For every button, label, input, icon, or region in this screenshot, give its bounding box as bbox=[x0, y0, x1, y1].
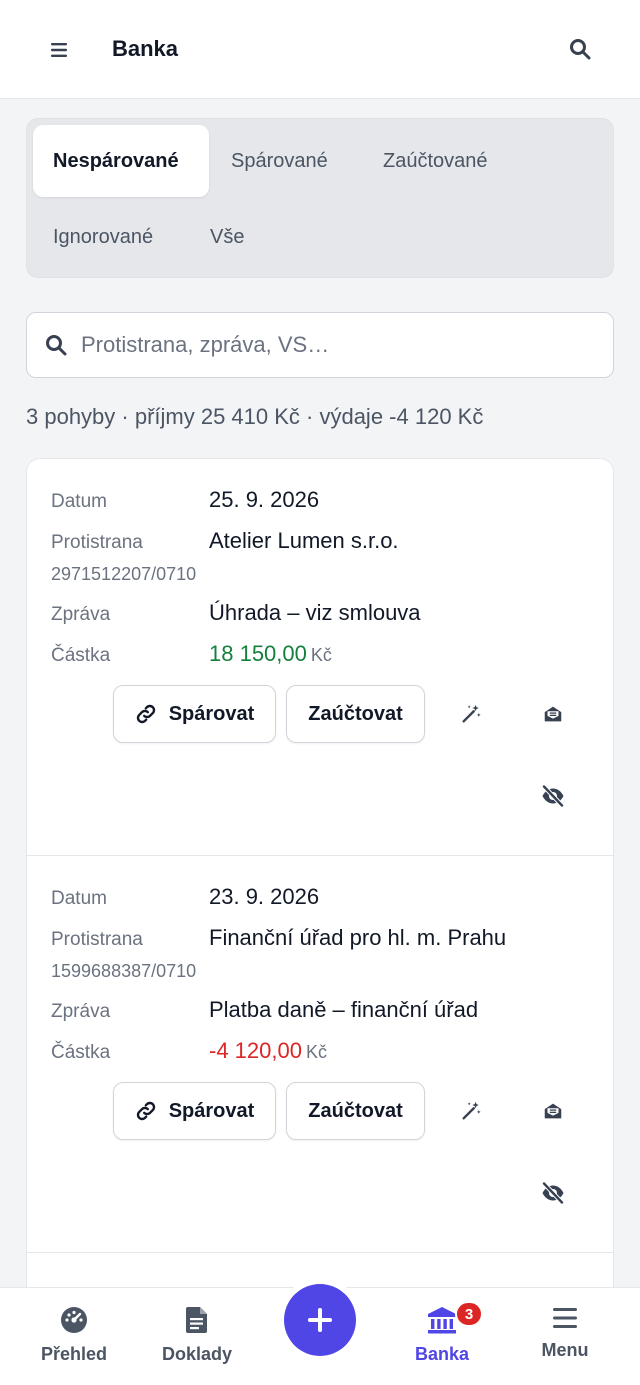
search-field[interactable] bbox=[26, 312, 614, 378]
message-label: Zpráva bbox=[51, 604, 111, 625]
magic-wand-icon bbox=[462, 704, 481, 723]
magic-wand-icon bbox=[462, 1101, 481, 1120]
open-document-button[interactable] bbox=[531, 692, 575, 736]
message-label: Zpráva bbox=[51, 1001, 111, 1022]
amount-currency: Kč bbox=[305, 1042, 327, 1062]
page-title: Banka bbox=[112, 36, 179, 61]
date-value: 25. 9. 2026 bbox=[209, 487, 320, 512]
nav-menu[interactable]: Menu bbox=[505, 1288, 625, 1385]
nav-label: Doklady bbox=[161, 1344, 233, 1364]
post-button[interactable]: Zaúčtovat bbox=[286, 685, 425, 743]
transaction-card: Datum 23. 9. 2026 Protistrana Finanční ú… bbox=[27, 856, 613, 1253]
tab-sparovane[interactable]: Spárované bbox=[211, 125, 348, 197]
transaction-card: Datum 25. 9. 2026 Protistrana Atelier Lu… bbox=[27, 459, 613, 856]
counterparty-label: Protistrana bbox=[51, 929, 143, 950]
post-label: Zaúčtovat bbox=[308, 702, 403, 725]
nav-label: Přehled bbox=[40, 1344, 108, 1364]
hamburger-icon bbox=[553, 1308, 577, 1328]
message-value: Platba daně – finanční úřad bbox=[209, 997, 479, 1022]
tab-vse[interactable]: Vše bbox=[190, 201, 264, 273]
notification-badge: 3 bbox=[455, 1301, 483, 1327]
ignore-button[interactable] bbox=[531, 1171, 575, 1215]
search-icon bbox=[570, 39, 591, 60]
ignore-button[interactable] bbox=[531, 774, 575, 818]
auto-match-button[interactable] bbox=[449, 692, 493, 736]
eye-slash-icon bbox=[541, 1182, 565, 1204]
amount-value: 18 150,00 Kč bbox=[209, 641, 332, 667]
match-button[interactable]: Spárovat bbox=[113, 1082, 276, 1140]
search-icon bbox=[46, 335, 67, 356]
tab-zauctovane[interactable]: Zaúčtované bbox=[363, 125, 508, 197]
message-value: Úhrada – viz smlouva bbox=[209, 600, 421, 625]
counterparty-label: Protistrana bbox=[51, 532, 143, 553]
add-button[interactable] bbox=[284, 1284, 356, 1356]
amount-number: 18 150,00 bbox=[209, 641, 307, 666]
post-label: Zaúčtovat bbox=[308, 1099, 403, 1122]
nav-banka[interactable]: Banka bbox=[382, 1288, 502, 1385]
account-number: 2971512207/0710 bbox=[51, 564, 197, 584]
amount-currency: Kč bbox=[310, 645, 332, 665]
post-button[interactable]: Zaúčtovat bbox=[286, 1082, 425, 1140]
transaction-list: Datum 25. 9. 2026 Protistrana Atelier Lu… bbox=[26, 458, 614, 1358]
search-button[interactable] bbox=[565, 34, 595, 64]
account-number: 1599688387/0710 bbox=[51, 961, 197, 981]
link-icon bbox=[135, 703, 157, 725]
date-label: Datum bbox=[51, 888, 107, 909]
filter-tabs: Nespárované Spárované Zaúčtované Ignorov… bbox=[26, 118, 614, 278]
auto-match-button[interactable] bbox=[449, 1089, 493, 1133]
plus-icon bbox=[308, 1308, 332, 1332]
link-icon bbox=[135, 1100, 157, 1122]
envelope-open-icon bbox=[544, 1103, 562, 1119]
bank-icon bbox=[428, 1307, 456, 1334]
nav-prehled[interactable]: Přehled bbox=[14, 1288, 134, 1385]
tab-ignorovane[interactable]: Ignorované bbox=[33, 201, 173, 273]
open-document-button[interactable] bbox=[531, 1089, 575, 1133]
amount-value: -4 120,00 Kč bbox=[209, 1038, 327, 1064]
nav-label: Banka bbox=[414, 1344, 470, 1364]
amount-label: Částka bbox=[51, 645, 111, 666]
eye-slash-icon bbox=[541, 785, 565, 807]
menu-button[interactable] bbox=[44, 35, 74, 65]
dashboard-icon bbox=[61, 1307, 87, 1333]
document-icon bbox=[186, 1307, 207, 1333]
match-label: Spárovat bbox=[168, 1099, 255, 1122]
amount-label: Částka bbox=[51, 1042, 111, 1063]
nav-doklady[interactable]: Doklady bbox=[137, 1288, 257, 1385]
summary-text: 3 pohyby · příjmy 25 410 Kč · výdaje -4 … bbox=[26, 404, 484, 429]
match-label: Spárovat bbox=[168, 702, 255, 725]
counterparty-value: Finanční úřad pro hl. m. Prahu bbox=[209, 925, 507, 950]
match-button[interactable]: Spárovat bbox=[113, 685, 276, 743]
counterparty-value: Atelier Lumen s.r.o. bbox=[209, 528, 399, 553]
tab-nesparovane[interactable]: Nespárované bbox=[33, 125, 209, 197]
amount-number: -4 120,00 bbox=[209, 1038, 302, 1063]
date-value: 23. 9. 2026 bbox=[209, 884, 320, 909]
search-input[interactable] bbox=[81, 332, 581, 358]
nav-label: Menu bbox=[541, 1340, 589, 1360]
envelope-open-icon bbox=[544, 706, 562, 722]
top-bar: Banka bbox=[0, 0, 640, 99]
date-label: Datum bbox=[51, 491, 107, 512]
hamburger-icon bbox=[51, 43, 67, 57]
